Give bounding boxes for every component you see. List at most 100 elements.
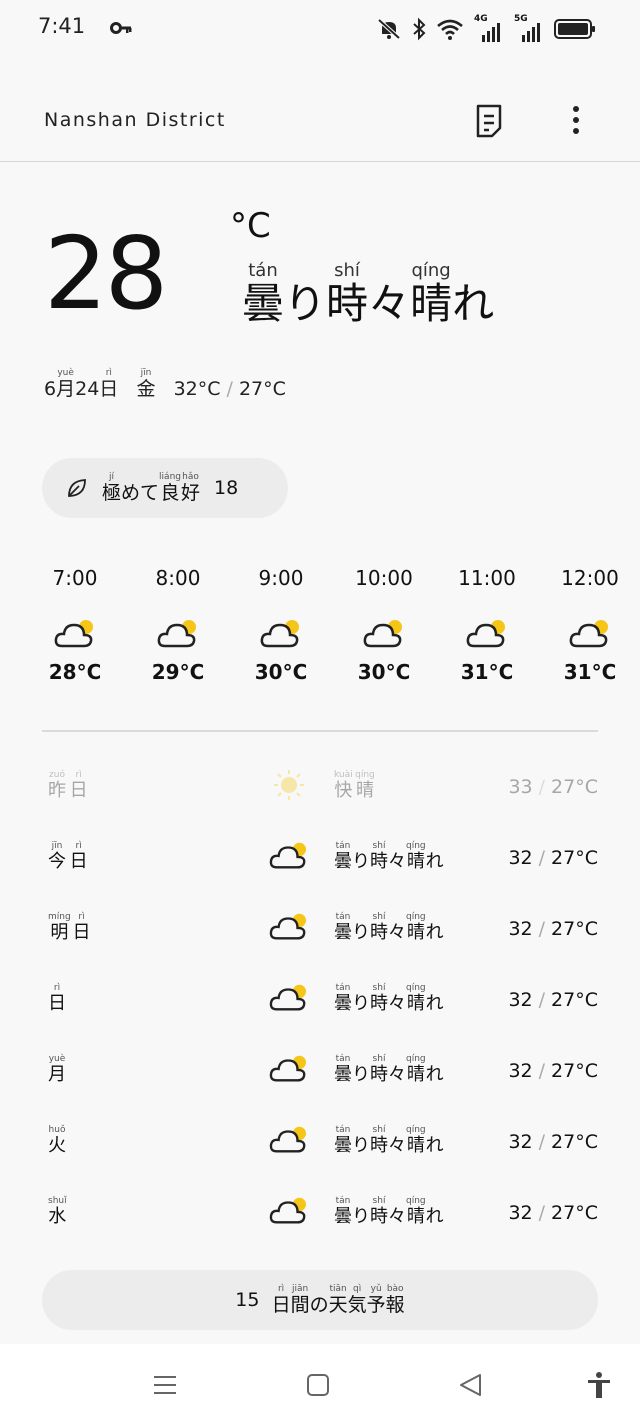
hour-temp: 30°C (357, 660, 411, 684)
aqi-label: 極jíめて良liáng好hǎo (102, 471, 200, 504)
day-condition: 快kuài 晴qíng (334, 770, 375, 801)
signal-4g-icon: 4G (474, 14, 504, 42)
condition-char: 時shí (326, 260, 369, 328)
day-temps: 32/27°C (508, 1060, 598, 1082)
hourly-item: 8:00 29°C (128, 566, 228, 684)
date-month: 6 (44, 378, 57, 400)
accessibility-icon[interactable] (584, 1370, 614, 1400)
partly-cloudy-icon (269, 1197, 306, 1224)
condition-char: れ (452, 279, 495, 328)
forecast-label: 日rì間jiānの天tiān気qì予yǔ報bào (271, 1283, 405, 1316)
hourly-item: 9:00 30°C (231, 566, 331, 684)
day-condition: 曇tánり時shí々晴qíngれ (334, 841, 444, 872)
home-icon[interactable] (303, 1370, 333, 1400)
condition-char: 晴qíng (410, 260, 453, 328)
detail-icon[interactable] (474, 102, 506, 138)
signal-5g-icon: 5G (514, 14, 544, 42)
status-time: 7:41 (38, 14, 86, 38)
partly-cloudy-icon (260, 620, 299, 648)
condition-char: 曇tán (242, 260, 285, 328)
daily-row-yesterday[interactable]: 昨zuó 日rì 快kuài 晴qíng 33/27°C (42, 762, 598, 822)
more-options-icon[interactable] (564, 102, 588, 138)
bluetooth-icon (413, 17, 426, 41)
hourly-item: 10:00 30°C (334, 566, 434, 684)
day-temps: 32/27°C (508, 1131, 598, 1153)
day-condition: 曇tánり時shí々晴qíngれ (334, 983, 444, 1014)
partly-cloudy-icon (157, 620, 196, 648)
day-label: 明míng 日rì (48, 912, 91, 943)
daily-row-sunday[interactable]: 日rì 曇tánり時shí々晴qíngれ 32/27°C (42, 975, 598, 1035)
daily-row-today[interactable]: 今jīn 日rì 曇tánり時shí々晴qíngれ 32/27°C (42, 833, 598, 893)
leaf-icon (68, 479, 86, 497)
temperature-unit: °C (230, 206, 271, 246)
header-divider (0, 161, 640, 162)
back-icon[interactable] (456, 1370, 486, 1400)
hour-time: 8:00 (155, 566, 201, 590)
day-label: 今jīn 日rì (48, 841, 88, 872)
day-temps: 32/27°C (508, 1202, 598, 1224)
partly-cloudy-icon (466, 620, 505, 648)
condition-char: り (284, 279, 327, 328)
hour-temp: 31°C (563, 660, 617, 684)
mute-icon (377, 18, 401, 40)
date-line: 6月yuè24日rì 金jīn 32°C/27°C (44, 368, 286, 400)
navigation-bar (0, 1344, 640, 1422)
day-label: 火huǒ (48, 1125, 66, 1156)
partly-cloudy-icon (363, 620, 402, 648)
partly-cloudy-icon (269, 1055, 306, 1082)
partly-cloudy-icon (269, 1126, 306, 1153)
partly-cloudy-icon (569, 620, 608, 648)
hourly-item: 7:00 28°C (25, 566, 125, 684)
partly-cloudy-icon (269, 913, 306, 940)
aqi-value: 18 (214, 477, 239, 499)
battery-icon (554, 19, 595, 39)
partly-cloudy-icon (54, 620, 93, 648)
sun-icon (274, 770, 304, 800)
day-label: 昨zuó 日rì (48, 770, 88, 801)
wifi-icon (437, 19, 463, 40)
day-label: 月yuè (48, 1054, 66, 1085)
date-high: 32°C (173, 378, 221, 400)
hour-temp: 28°C (48, 660, 102, 684)
date-weekday: 金jīn (136, 368, 156, 400)
current-temperature: 28 (44, 215, 168, 332)
daily-row-tomorrow[interactable]: 明míng 日rì 曇tánり時shí々晴qíngれ 32/27°C (42, 904, 598, 964)
day-temps: 32/27°C (508, 989, 598, 1011)
forecast-prefix: 15 (235, 1289, 260, 1311)
day-temps: 33/27°C (508, 776, 598, 798)
condition-char: 々 (368, 279, 411, 328)
day-temps: 32/27°C (508, 918, 598, 940)
hourly-item: 12:00 31°C (540, 566, 640, 684)
status-icons: 4G 5G (376, 14, 596, 44)
day-temps: 32/27°C (508, 847, 598, 869)
location-title[interactable]: Nanshan District (44, 109, 226, 131)
recents-icon[interactable] (150, 1370, 180, 1400)
day-label: 日rì (48, 983, 66, 1014)
partly-cloudy-icon (269, 984, 306, 1011)
day-condition: 曇tánり時shí々晴qíngれ (334, 1125, 444, 1156)
hourly-divider (42, 730, 598, 732)
daily-row-monday[interactable]: 月yuè 曇tánり時shí々晴qíngれ 32/27°C (42, 1046, 598, 1106)
day-condition: 曇tánり時shí々晴qíngれ (334, 1054, 444, 1085)
day-condition: 曇tánり時shí々晴qíngれ (334, 1196, 444, 1227)
hour-temp: 31°C (460, 660, 514, 684)
hour-time: 7:00 (52, 566, 98, 590)
day-condition: 曇tánり時shí々晴qíngれ (334, 912, 444, 943)
hourly-item: 11:00 31°C (437, 566, 537, 684)
hour-temp: 29°C (151, 660, 205, 684)
key-icon (110, 22, 132, 34)
hour-temp: 30°C (254, 660, 308, 684)
daily-row-tuesday[interactable]: 火huǒ 曇tánり時shí々晴qíngれ 32/27°C (42, 1117, 598, 1177)
hour-time: 10:00 (355, 566, 413, 590)
hour-time: 12:00 (561, 566, 619, 590)
fifteen-day-forecast-button[interactable]: 15 日rì間jiānの天tiān気qì予yǔ報bào (42, 1270, 598, 1330)
partly-cloudy-icon (269, 842, 306, 869)
hour-time: 11:00 (458, 566, 516, 590)
date-low: 27°C (238, 378, 286, 400)
air-quality-pill[interactable]: 極jíめて良liáng好hǎo 18 (42, 458, 288, 518)
hour-time: 9:00 (258, 566, 304, 590)
daily-row-wednesday[interactable]: 水shuǐ 曇tánり時shí々晴qíngれ 32/27°C (42, 1188, 598, 1248)
date-day: 24 (75, 378, 100, 400)
current-condition: 曇tánり時shí々晴qíngれ (242, 260, 495, 343)
day-label: 水shuǐ (48, 1196, 67, 1227)
